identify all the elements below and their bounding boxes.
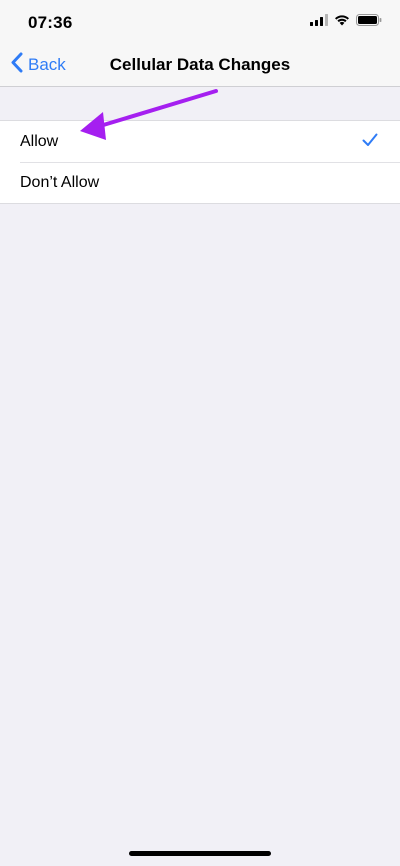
signal-icon: [310, 13, 328, 31]
status-time: 07:36: [28, 13, 73, 32]
navigation-bar: Back Cellular Data Changes: [0, 44, 400, 87]
option-label: Allow: [20, 132, 59, 150]
option-label: Don’t Allow: [20, 173, 100, 191]
options-list: Allow Don’t Allow: [0, 120, 400, 204]
home-indicator[interactable]: [129, 851, 271, 856]
section-spacer: [0, 87, 400, 120]
wifi-icon: [334, 13, 350, 31]
battery-icon: [356, 13, 382, 31]
status-bar: 07:36: [0, 0, 400, 44]
settings-screen: 07:36 Back Cellular Data Changes Allow D…: [0, 0, 400, 866]
status-icons: [310, 14, 382, 30]
page-title: Cellular Data Changes: [109, 55, 291, 74]
checkmark-icon: [362, 133, 378, 152]
option-allow[interactable]: Allow: [0, 121, 400, 162]
option-dont-allow[interactable]: Don’t Allow: [0, 162, 400, 203]
